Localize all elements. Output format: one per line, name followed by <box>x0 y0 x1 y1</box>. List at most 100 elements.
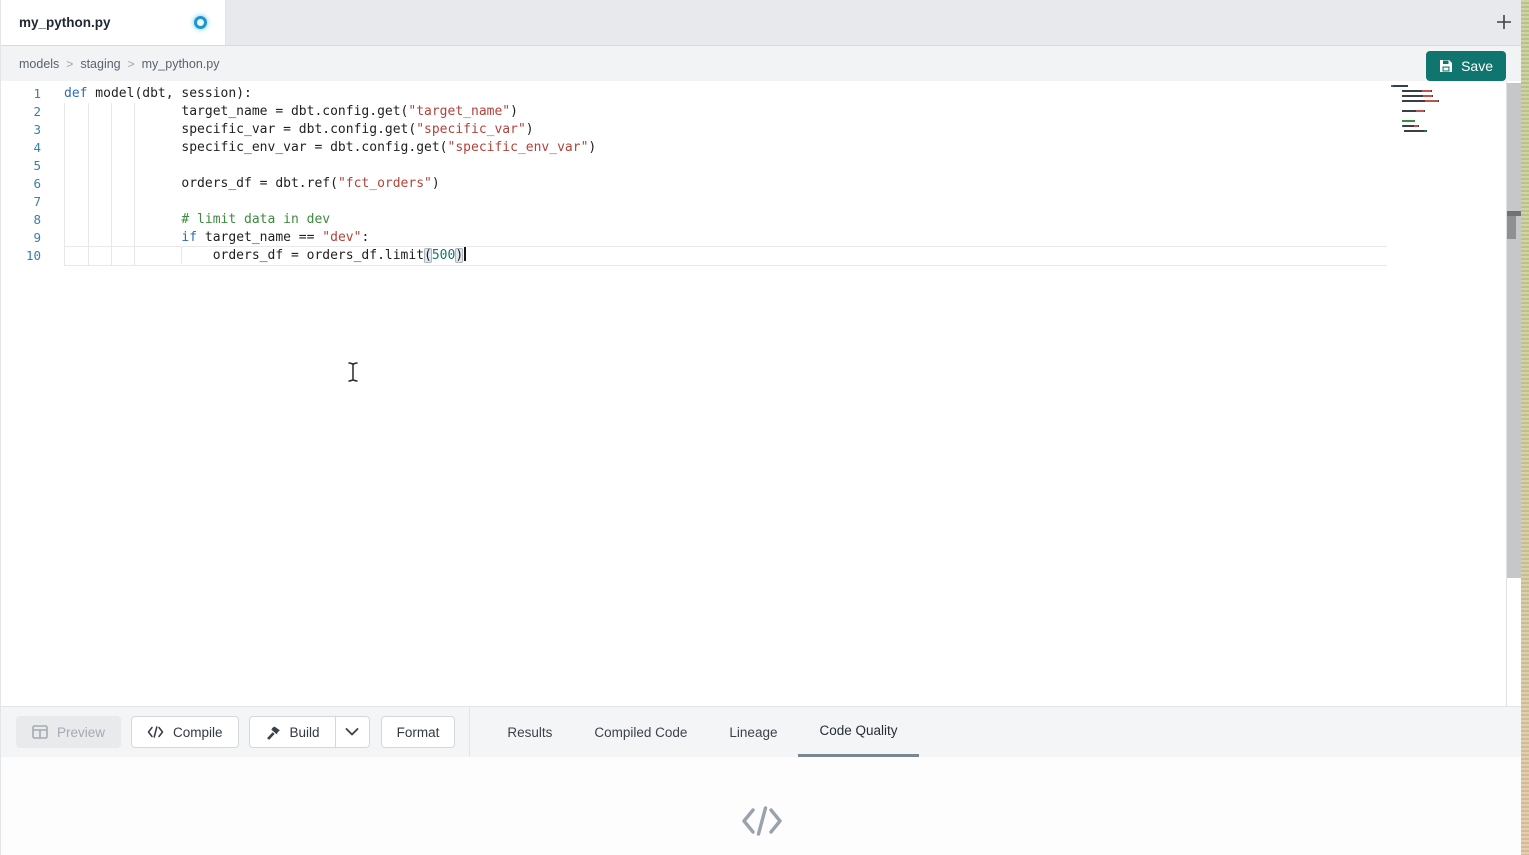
minimap-indent <box>1391 110 1402 112</box>
table-icon <box>32 725 48 739</box>
hammer-icon <box>265 725 281 740</box>
code-line[interactable]: 8 # limit data in dev <box>1 211 1402 229</box>
minimap-segment <box>1402 110 1416 112</box>
minimap-segment <box>1416 110 1424 112</box>
minimap[interactable] <box>1391 85 1471 135</box>
compile-button-label: Compile <box>173 725 223 740</box>
code-line[interactable]: 1 def model(dbt, session): <box>1 85 1402 103</box>
format-button[interactable]: Format <box>381 716 456 748</box>
tab-compiled-code[interactable]: Compiled Code <box>573 707 708 757</box>
file-tab-title: my_python.py <box>19 15 111 30</box>
minimap-line <box>1391 115 1471 117</box>
line-number: 1 <box>1 85 41 103</box>
file-tab-my-python[interactable]: my_python.py <box>1 0 226 45</box>
code-token: target_name == <box>197 230 322 245</box>
minimap-segment <box>1426 130 1427 132</box>
line-number: 2 <box>1 103 41 121</box>
code-line[interactable]: 6 orders_df = dbt.ref("fct_orders") <box>1 175 1402 193</box>
ide-window: my_python.py models > staging > my_pytho… <box>0 0 1521 855</box>
code-line[interactable]: 5 <box>1 157 1402 175</box>
code-line[interactable]: 4 specific_env_var = dbt.config.get("spe… <box>1 139 1402 157</box>
tab-code-quality[interactable]: Code Quality <box>798 707 918 757</box>
minimap-indent <box>1391 100 1402 102</box>
build-options-dropdown[interactable] <box>335 717 369 747</box>
line-number: 10 <box>1 247 41 265</box>
minimap-segment <box>1404 130 1423 132</box>
minimap-segment <box>1438 100 1439 102</box>
code-token: "specific_var" <box>416 122 526 137</box>
tab-results[interactable]: Results <box>486 707 573 757</box>
minimap-indent <box>1391 120 1402 122</box>
minimap-line <box>1391 95 1471 97</box>
code-token: "dev" <box>322 230 361 245</box>
unsaved-changes-dot-icon <box>194 16 207 29</box>
scrollbar-thumb[interactable] <box>1507 216 1516 239</box>
minimap-line <box>1391 110 1471 112</box>
code-token: ) <box>432 176 440 191</box>
code-line[interactable]: 9 if target_name == "dev": <box>1 229 1402 247</box>
code-text: def model(dbt, session): <box>64 85 252 103</box>
minimap-segment <box>1402 95 1423 97</box>
minimap-indent <box>1391 125 1402 127</box>
code-text: orders_df = orders_df.limit(500) <box>64 247 466 265</box>
mouse-ibeam-cursor <box>346 361 360 388</box>
code-quality-panel <box>1 757 1522 855</box>
scrollbar-track[interactable] <box>1507 83 1522 578</box>
minimap-indent <box>1391 90 1402 92</box>
minimap-segment <box>1403 125 1414 127</box>
code-token: specific_var = dbt.config.get( <box>64 122 416 137</box>
code-text: target_name = dbt.config.get("target_nam… <box>64 103 518 121</box>
line-number: 5 <box>1 157 41 175</box>
minimap-line <box>1391 125 1471 127</box>
minimap-line <box>1391 120 1471 122</box>
code-token: def <box>64 86 87 101</box>
minimap-segment <box>1418 125 1419 127</box>
code-line[interactable]: 7 <box>1 193 1402 211</box>
code-text: orders_df = dbt.ref("fct_orders") <box>64 175 440 193</box>
code-token: "fct_orders" <box>338 176 432 191</box>
code-text: if target_name == "dev": <box>64 229 369 247</box>
code-token: orders_df = orders_df.limit <box>64 248 424 263</box>
code-line[interactable]: 2 target_name = dbt.config.get("target_n… <box>1 103 1402 121</box>
minimap-line <box>1391 85 1471 87</box>
plus-icon <box>1495 13 1513 31</box>
tab-lineage[interactable]: Lineage <box>708 707 798 757</box>
minimap-segment <box>1402 90 1422 92</box>
line-number: 9 <box>1 229 41 247</box>
code-token: target_name = dbt.config.get( <box>64 104 408 119</box>
line-number: 7 <box>1 193 41 211</box>
minimap-segment <box>1422 90 1431 92</box>
compile-button[interactable]: Compile <box>131 716 239 748</box>
minimap-line <box>1391 105 1471 107</box>
format-button-label: Format <box>397 725 440 740</box>
minimap-segment <box>1432 95 1433 97</box>
preview-button[interactable]: Preview <box>16 716 121 748</box>
code-token: 500 <box>432 248 455 263</box>
line-number: 4 <box>1 139 41 157</box>
code-lines: 1def model(dbt, session):2 target_name =… <box>1 85 1402 265</box>
code-line[interactable]: 3 specific_var = dbt.config.get("specifi… <box>1 121 1402 139</box>
toolbar-divider <box>469 707 470 757</box>
code-brackets-icon <box>147 726 164 738</box>
code-editor[interactable]: 1def model(dbt, session):2 target_name =… <box>1 81 1522 706</box>
code-token: "target_name" <box>408 104 510 119</box>
minimap-indent <box>1391 130 1404 132</box>
action-bar: Preview Compile Build Format <box>1 706 1522 757</box>
build-button-group: Build <box>249 716 370 748</box>
code-token: orders_df = dbt.ref( <box>64 176 338 191</box>
code-text: # limit data in dev <box>64 211 330 229</box>
minimap-segment <box>1423 95 1433 97</box>
code-token: ) <box>455 248 463 263</box>
code-token: # limit data in dev <box>64 212 330 227</box>
minimap-segment <box>1425 100 1438 102</box>
code-text: specific_var = dbt.config.get("specific_… <box>64 121 534 139</box>
line-number: 3 <box>1 121 41 139</box>
text-caret <box>464 247 466 261</box>
breadcrumb-item-staging: staging <box>80 57 120 71</box>
code-token: : <box>361 230 369 245</box>
code-token: specific_env_var = dbt.config.get( <box>64 140 448 155</box>
breadcrumb-separator-icon: > <box>66 57 73 71</box>
save-button[interactable]: Save <box>1426 51 1506 81</box>
build-button[interactable]: Build <box>250 717 335 747</box>
new-tab-button[interactable] <box>1491 8 1517 36</box>
